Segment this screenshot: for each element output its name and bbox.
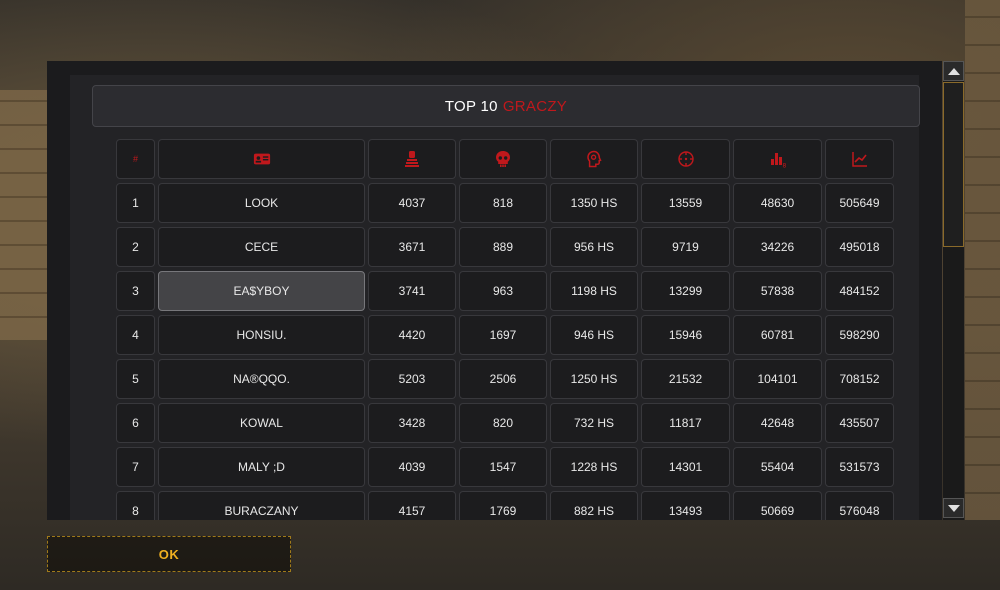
player-name-cell[interactable]: KOWAL xyxy=(158,403,365,443)
kills-cell: 3671 xyxy=(368,227,456,267)
ok-button-label: OK xyxy=(158,546,180,562)
headshots-cell: 946 HS xyxy=(550,315,638,355)
player-name-cell[interactable]: LOOK xyxy=(158,183,365,223)
column-header-score-chart[interactable] xyxy=(825,139,894,179)
deaths-cell: 1547 xyxy=(459,447,547,487)
rank-cell: 4 xyxy=(116,315,155,355)
player-name-cell[interactable]: BURACZANY xyxy=(158,491,365,520)
player-card-icon xyxy=(253,150,271,168)
rank-header-label: # xyxy=(132,154,138,164)
headshots-cell: 1228 HS xyxy=(550,447,638,487)
rank-cell: 5 xyxy=(116,359,155,399)
damage-cell: 60781 xyxy=(733,315,822,355)
deaths-cell: 963 xyxy=(459,271,547,311)
score-cell: 598290 xyxy=(825,315,894,355)
column-header-player-card[interactable] xyxy=(158,139,365,179)
stats-panel-inner: TOP 10 GRACZY #8 1 LOOK 4037 818 1350 HS 13559… xyxy=(70,75,920,520)
rank-cell: 7 xyxy=(116,447,155,487)
background-wall-left xyxy=(0,90,48,340)
score-cell: 435507 xyxy=(825,403,894,443)
deaths-cell: 820 xyxy=(459,403,547,443)
column-header-rank[interactable]: # xyxy=(116,139,155,179)
kills-cell: 4037 xyxy=(368,183,456,223)
arrow-up-icon xyxy=(947,67,960,75)
hits-cell: 13299 xyxy=(641,271,730,311)
rank-cell: 3 xyxy=(116,271,155,311)
deaths-cell: 818 xyxy=(459,183,547,223)
kills-cell: 5203 xyxy=(368,359,456,399)
arrow-down-icon xyxy=(947,504,960,512)
ok-button[interactable]: OK xyxy=(47,536,291,572)
page-title: TOP 10 GRACZY xyxy=(92,85,920,127)
player-name-cell[interactable]: EA$YBOY xyxy=(158,271,365,311)
column-header-kills[interactable] xyxy=(368,139,456,179)
kills-icon xyxy=(403,150,421,168)
damage-cell: 104101 xyxy=(733,359,822,399)
player-name-cell[interactable]: NA®QQO. xyxy=(158,359,365,399)
hits-cell: 9719 xyxy=(641,227,730,267)
damage-cell: 48630 xyxy=(733,183,822,223)
damage-cell: 42648 xyxy=(733,403,822,443)
kills-cell: 4157 xyxy=(368,491,456,520)
headshots-cell: 1198 HS xyxy=(550,271,638,311)
title-accent: GRACZY xyxy=(502,97,568,115)
hits-cell: 14301 xyxy=(641,447,730,487)
rank-cell: 1 xyxy=(116,183,155,223)
scroll-down-button[interactable] xyxy=(943,498,964,518)
column-header-crosshair[interactable] xyxy=(641,139,730,179)
player-name-cell[interactable]: CECE xyxy=(158,227,365,267)
headshots-cell: 732 HS xyxy=(550,403,638,443)
stats-panel: TOP 10 GRACZY #8 1 LOOK 4037 818 1350 HS 13559… xyxy=(47,61,942,520)
player-name-cell[interactable]: HONSIU. xyxy=(158,315,365,355)
rank-cell: 2 xyxy=(116,227,155,267)
kills-cell: 4420 xyxy=(368,315,456,355)
deaths-cell: 1769 xyxy=(459,491,547,520)
damage-cell: 50669 xyxy=(733,491,822,520)
crosshair-icon xyxy=(677,150,695,168)
headshots-cell: 882 HS xyxy=(550,491,638,520)
scrollbar-thumb[interactable] xyxy=(943,82,964,247)
hits-cell: 15946 xyxy=(641,315,730,355)
damage-cell: 57838 xyxy=(733,271,822,311)
headshots-cell: 1350 HS xyxy=(550,183,638,223)
damage-cell: 34226 xyxy=(733,227,822,267)
headshots-cell: 956 HS xyxy=(550,227,638,267)
svg-text:8: 8 xyxy=(782,163,786,169)
hits-cell: 13559 xyxy=(641,183,730,223)
deaths-skull-icon xyxy=(494,150,512,168)
score-cell: 708152 xyxy=(825,359,894,399)
deaths-cell: 1697 xyxy=(459,315,547,355)
background-wall-right xyxy=(965,0,1000,520)
damage-cell: 55404 xyxy=(733,447,822,487)
score-cell: 495018 xyxy=(825,227,894,267)
damage-bars-icon: 8 xyxy=(769,150,787,168)
title-prefix: TOP 10 xyxy=(444,97,498,115)
hits-cell: 11817 xyxy=(641,403,730,443)
deaths-cell: 889 xyxy=(459,227,547,267)
headshot-head-icon xyxy=(585,150,603,168)
headshots-cell: 1250 HS xyxy=(550,359,638,399)
player-name-cell[interactable]: MALY ;D xyxy=(158,447,365,487)
score-cell: 576048 xyxy=(825,491,894,520)
hits-cell: 21532 xyxy=(641,359,730,399)
rank-cell: 8 xyxy=(116,491,155,520)
column-header-headshot-head[interactable] xyxy=(550,139,638,179)
column-header-damage-bars[interactable]: 8 xyxy=(733,139,822,179)
kills-cell: 3428 xyxy=(368,403,456,443)
kills-cell: 4039 xyxy=(368,447,456,487)
score-cell: 531573 xyxy=(825,447,894,487)
deaths-cell: 2506 xyxy=(459,359,547,399)
kills-cell: 3741 xyxy=(368,271,456,311)
score-chart-icon xyxy=(851,150,869,168)
column-header-deaths-skull[interactable] xyxy=(459,139,547,179)
score-cell: 505649 xyxy=(825,183,894,223)
rank-cell: 6 xyxy=(116,403,155,443)
hits-cell: 13493 xyxy=(641,491,730,520)
scroll-up-button[interactable] xyxy=(943,61,964,81)
score-cell: 484152 xyxy=(825,271,894,311)
